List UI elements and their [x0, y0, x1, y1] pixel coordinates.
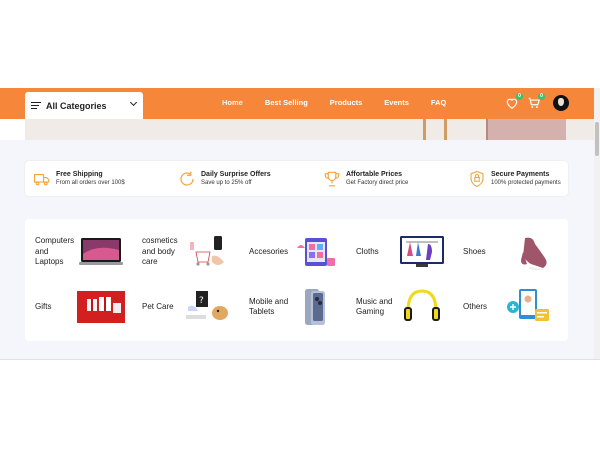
feature-title: Secure Payments	[491, 170, 550, 178]
nav-faq[interactable]: FAQ	[431, 98, 446, 107]
category-cosmetics[interactable]: cosmetics and body care	[142, 234, 232, 270]
feature-title: Affortable Prices	[346, 170, 403, 178]
cart-button[interactable]: 0	[527, 93, 545, 110]
category-accessories[interactable]: Accesories	[249, 234, 339, 270]
accessories-image	[297, 238, 335, 266]
menu-icon	[31, 101, 41, 110]
category-name: Gifts	[35, 301, 52, 311]
scrollbar[interactable]	[594, 88, 600, 360]
wishlist-count-badge: 0	[516, 93, 523, 100]
feature-subtitle: Get Factory direct price	[346, 179, 409, 186]
category-shoes[interactable]: Shoes	[463, 234, 553, 270]
category-name: Others	[463, 301, 488, 311]
refresh-icon	[180, 171, 194, 186]
feature-item: Affortable Prices Get Factory direct pri…	[315, 161, 460, 196]
all-categories-dropdown[interactable]: All Categories	[25, 92, 143, 119]
shoe-image	[521, 237, 547, 270]
truck-icon	[33, 173, 50, 185]
trophy-icon	[324, 171, 340, 186]
nav-home[interactable]: Home	[222, 98, 243, 107]
hero-banner	[25, 119, 594, 140]
laptop-image	[79, 238, 123, 265]
category-music-gaming[interactable]: Music and Gaming	[356, 289, 446, 325]
feature-title: Free Shipping	[56, 170, 103, 178]
category-gifts[interactable]: Gifts	[35, 289, 125, 325]
category-name: Mobile and Tablets	[249, 296, 289, 317]
divider	[0, 359, 600, 360]
stool-leg	[444, 119, 447, 140]
cosmetics-image	[190, 236, 224, 266]
feature-subtitle: Save up to 25% off	[201, 179, 252, 186]
category-cloths[interactable]: Cloths	[356, 234, 446, 270]
feature-item: Secure Payments 100% protected payments	[460, 161, 568, 196]
headphones-image	[404, 289, 440, 321]
others-image	[507, 289, 549, 321]
feature-title: Daily Surprise Offers	[201, 170, 271, 178]
category-name: Shoes	[463, 246, 486, 256]
category-others[interactable]: Others	[463, 289, 553, 325]
cart-count-badge: 0	[538, 93, 545, 100]
gift-image	[77, 291, 125, 323]
nav-products[interactable]: Products	[330, 98, 363, 107]
category-name: Cloths	[356, 246, 379, 256]
avatar[interactable]	[553, 95, 569, 111]
wishlist-button[interactable]: 0	[505, 93, 523, 110]
features-bar: Free Shipping From all orders over 100$ …	[25, 161, 568, 196]
category-pet-care[interactable]: Pet Care ?	[142, 289, 232, 325]
chevron-down-icon	[129, 98, 138, 107]
category-computers-laptops[interactable]: Computers and Laptops	[35, 234, 125, 270]
lock-icon	[470, 170, 484, 187]
svg-text:?: ?	[199, 296, 204, 306]
chair-image	[486, 119, 566, 140]
scrollbar-thumb[interactable]	[595, 122, 599, 156]
nav-events[interactable]: Events	[384, 98, 409, 107]
feature-subtitle: From all orders over 100$	[56, 179, 125, 186]
pet-image: ?	[186, 291, 228, 320]
header-actions: 0 0	[505, 93, 569, 111]
feature-item: Free Shipping From all orders over 100$	[25, 161, 170, 196]
category-name: Music and Gaming	[356, 296, 393, 317]
feature-subtitle: 100% protected payments	[491, 179, 561, 186]
page: All Categories Home Best Selling Product…	[0, 0, 600, 450]
feature-item: Daily Surprise Offers Save up to 25% off	[170, 161, 315, 196]
categories-grid: Computers and Laptops cosmetics and body…	[25, 219, 568, 341]
category-name: Pet Care	[142, 301, 174, 311]
category-name: cosmetics and body care	[142, 236, 178, 267]
all-categories-label: All Categories	[46, 100, 107, 111]
main-nav: Home Best Selling Products Events FAQ	[222, 98, 468, 107]
category-name: Accesories	[249, 246, 289, 256]
category-name: Computers and Laptops	[35, 236, 75, 267]
category-mobile-tablets[interactable]: Mobile and Tablets	[249, 289, 339, 325]
stool-leg	[423, 119, 426, 140]
clothes-image	[400, 236, 444, 267]
nav-best-selling[interactable]: Best Selling	[265, 98, 308, 107]
phone-image	[305, 289, 325, 325]
